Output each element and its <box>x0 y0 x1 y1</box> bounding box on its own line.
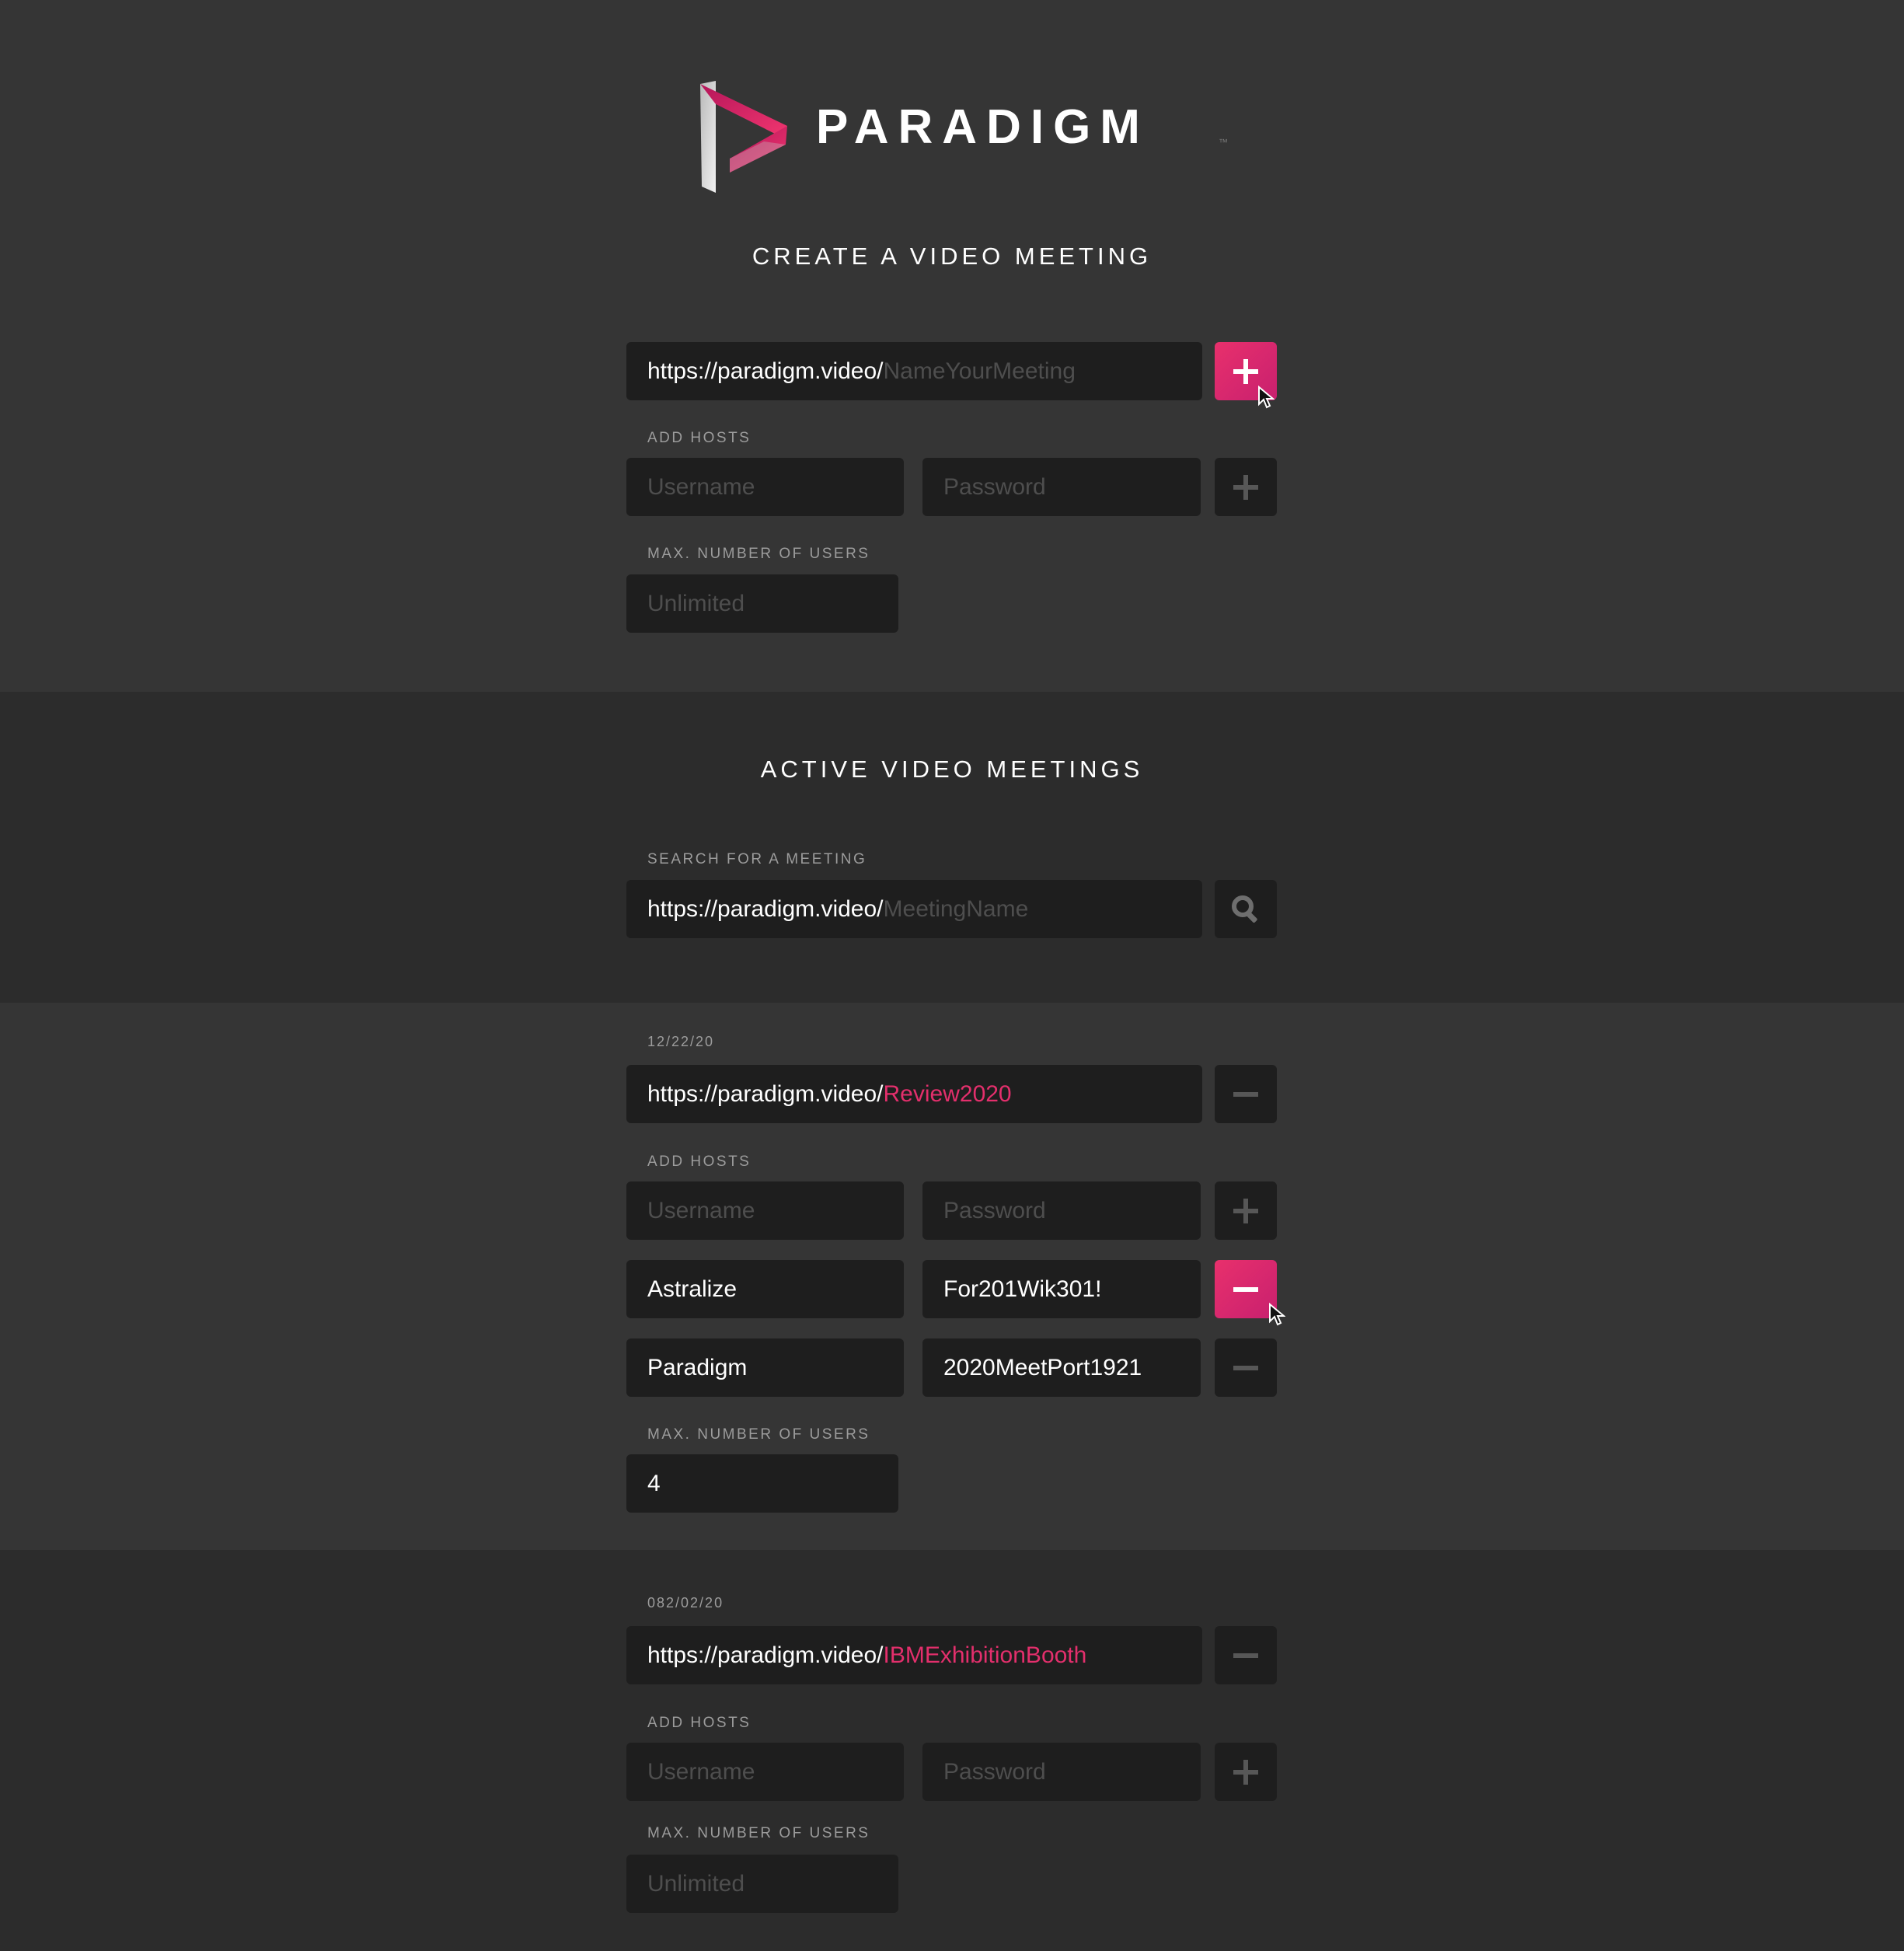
minus-icon <box>1233 1653 1258 1658</box>
max-users-input[interactable]: 4 <box>626 1454 898 1513</box>
host-password-input[interactable]: Password <box>922 458 1201 516</box>
max-users-placeholder: Unlimited <box>647 1871 745 1897</box>
meeting-search-input[interactable]: https://paradigm.video/MeetingName <box>626 880 1202 938</box>
plus-icon <box>1233 1759 1258 1785</box>
host-username-field[interactable]: Astralize <box>626 1260 904 1318</box>
url-prefix: https://paradigm.video/ <box>647 1642 884 1668</box>
max-users-input[interactable]: Unlimited <box>626 1855 898 1913</box>
plus-icon <box>1233 358 1258 384</box>
trademark-mark: ™ <box>1219 137 1228 148</box>
host-username-field[interactable]: Paradigm <box>626 1338 904 1397</box>
active-meetings-section: ACTIVE VIDEO MEETINGS SEARCH FOR A MEETI… <box>0 692 1904 1003</box>
remove-meeting-button[interactable] <box>1215 1065 1277 1123</box>
url-prefix: https://paradigm.video/ <box>647 896 884 922</box>
remove-meeting-button[interactable] <box>1215 1626 1277 1684</box>
create-heading: CREATE A VIDEO MEETING <box>751 243 1153 270</box>
meeting-url-field[interactable]: https://paradigm.video/Review2020 <box>626 1065 1202 1123</box>
host-password-input[interactable]: Password <box>922 1181 1201 1240</box>
search-button[interactable] <box>1215 880 1277 938</box>
username-placeholder: Username <box>647 474 755 500</box>
add-hosts-label: ADD HOSTS <box>647 1153 751 1170</box>
host-username-input[interactable]: Username <box>626 1743 904 1801</box>
username-placeholder: Username <box>647 1759 755 1785</box>
remove-host-button[interactable] <box>1215 1338 1277 1397</box>
add-host-button[interactable] <box>1215 1181 1277 1240</box>
mouse-pointer-icon <box>1269 1303 1285 1326</box>
host-password-input[interactable]: Password <box>922 1743 1201 1801</box>
max-users-input[interactable]: Unlimited <box>626 574 898 633</box>
brand-name: PARADIGM <box>816 100 1149 154</box>
plus-icon <box>1233 474 1258 500</box>
add-host-button[interactable] <box>1215 1743 1277 1801</box>
minus-icon <box>1233 1286 1258 1292</box>
url-prefix: https://paradigm.video/ <box>647 358 884 384</box>
meeting-url-input[interactable]: https://paradigm.video/NameYourMeeting <box>626 342 1202 400</box>
username-placeholder: Username <box>647 1198 755 1223</box>
max-users-label: MAX. NUMBER OF USERS <box>647 1426 870 1443</box>
meeting-name: Review2020 <box>883 1081 1012 1107</box>
meeting-date: 082/02/20 <box>647 1595 724 1611</box>
search-label: SEARCH FOR A MEETING <box>647 851 867 867</box>
password-placeholder: Password <box>943 1198 1046 1223</box>
active-heading: ACTIVE VIDEO MEETINGS <box>760 756 1144 783</box>
add-hosts-label: ADD HOSTS <box>647 430 751 446</box>
max-users-label: MAX. NUMBER OF USERS <box>647 1825 870 1841</box>
meeting-card: 082/02/20 https://paradigm.video/IBMExhi… <box>0 1550 1904 1951</box>
meeting-name: IBMExhibitionBooth <box>883 1642 1087 1668</box>
add-host-button[interactable] <box>1215 458 1277 516</box>
search-placeholder: MeetingName <box>883 896 1029 922</box>
minus-icon <box>1233 1365 1258 1370</box>
mouse-pointer-icon <box>1258 386 1275 409</box>
meeting-date: 12/22/20 <box>647 1034 715 1049</box>
host-username-input[interactable]: Username <box>626 1181 904 1240</box>
host-password-field[interactable]: 2020MeetPort1921 <box>922 1338 1201 1397</box>
paradigm-logo-icon <box>694 78 795 194</box>
url-prefix: https://paradigm.video/ <box>647 1081 884 1107</box>
minus-icon <box>1233 1091 1258 1097</box>
meeting-url-field[interactable]: https://paradigm.video/IBMExhibitionBoot… <box>626 1626 1202 1684</box>
host-password-field[interactable]: For201Wik301! <box>922 1260 1201 1318</box>
plus-icon <box>1233 1198 1258 1223</box>
create-meeting-section: PARADIGM ™ CREATE A VIDEO MEETING https:… <box>0 0 1904 692</box>
search-icon <box>1232 895 1257 923</box>
max-users-label: MAX. NUMBER OF USERS <box>647 546 870 562</box>
meeting-card: 12/22/20 https://paradigm.video/Review20… <box>0 1003 1904 1550</box>
max-users-placeholder: Unlimited <box>647 591 745 616</box>
password-placeholder: Password <box>943 474 1046 500</box>
remove-host-button[interactable] <box>1215 1260 1277 1318</box>
meeting-name-placeholder: NameYourMeeting <box>883 358 1076 384</box>
password-placeholder: Password <box>943 1759 1046 1785</box>
host-username-input[interactable]: Username <box>626 458 904 516</box>
add-hosts-label: ADD HOSTS <box>647 1715 751 1731</box>
